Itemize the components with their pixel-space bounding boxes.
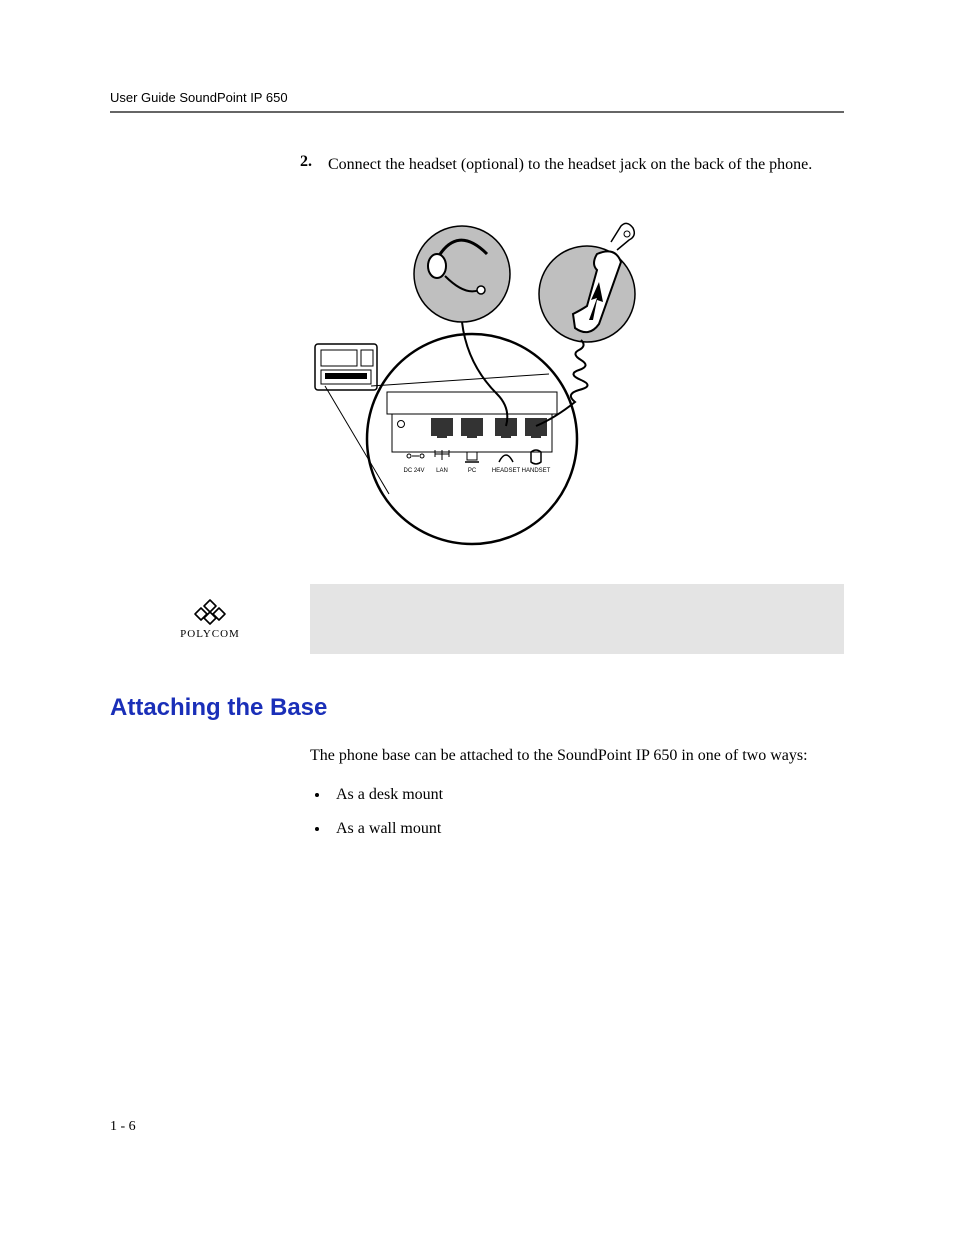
port-label-lan: LAN [436,468,448,474]
phone-body-thumbnail [315,344,377,390]
mount-options-list: As a desk mount As a wall mount [330,786,844,838]
port-label-handset: HANDSET [522,468,551,474]
polycom-logo-text: POLYCOM [180,628,240,640]
connection-figure: DC 24V LAN PC HEADSET HANDSET [110,194,844,554]
brand-callout-row: POLYCOM [110,584,844,654]
page-number: 1 - 6 [110,1119,136,1135]
step-instruction-text: Connect the headset (optional) to the he… [328,153,812,176]
list-item: As a wall mount [330,820,844,838]
section-heading-attaching-base: Attaching the Base [110,694,844,722]
section-intro-paragraph: The phone base can be attached to the So… [310,744,844,768]
numbered-step: 2. Connect the headset (optional) to the… [300,153,844,176]
port-label-pc: PC [468,468,477,474]
running-header: User Guide SoundPoint IP 650 [110,90,844,105]
callout-empty-box [310,584,844,654]
list-item: As a desk mount [330,786,844,804]
phone-ports-illustration: DC 24V LAN PC HEADSET HANDSET [297,194,657,554]
port-label-dc: DC 24V [403,468,424,474]
header-rule [110,111,844,113]
port-label-headset: HEADSET [492,468,521,474]
step-number: 2. [300,153,328,171]
polycom-logo-icon [193,598,227,626]
